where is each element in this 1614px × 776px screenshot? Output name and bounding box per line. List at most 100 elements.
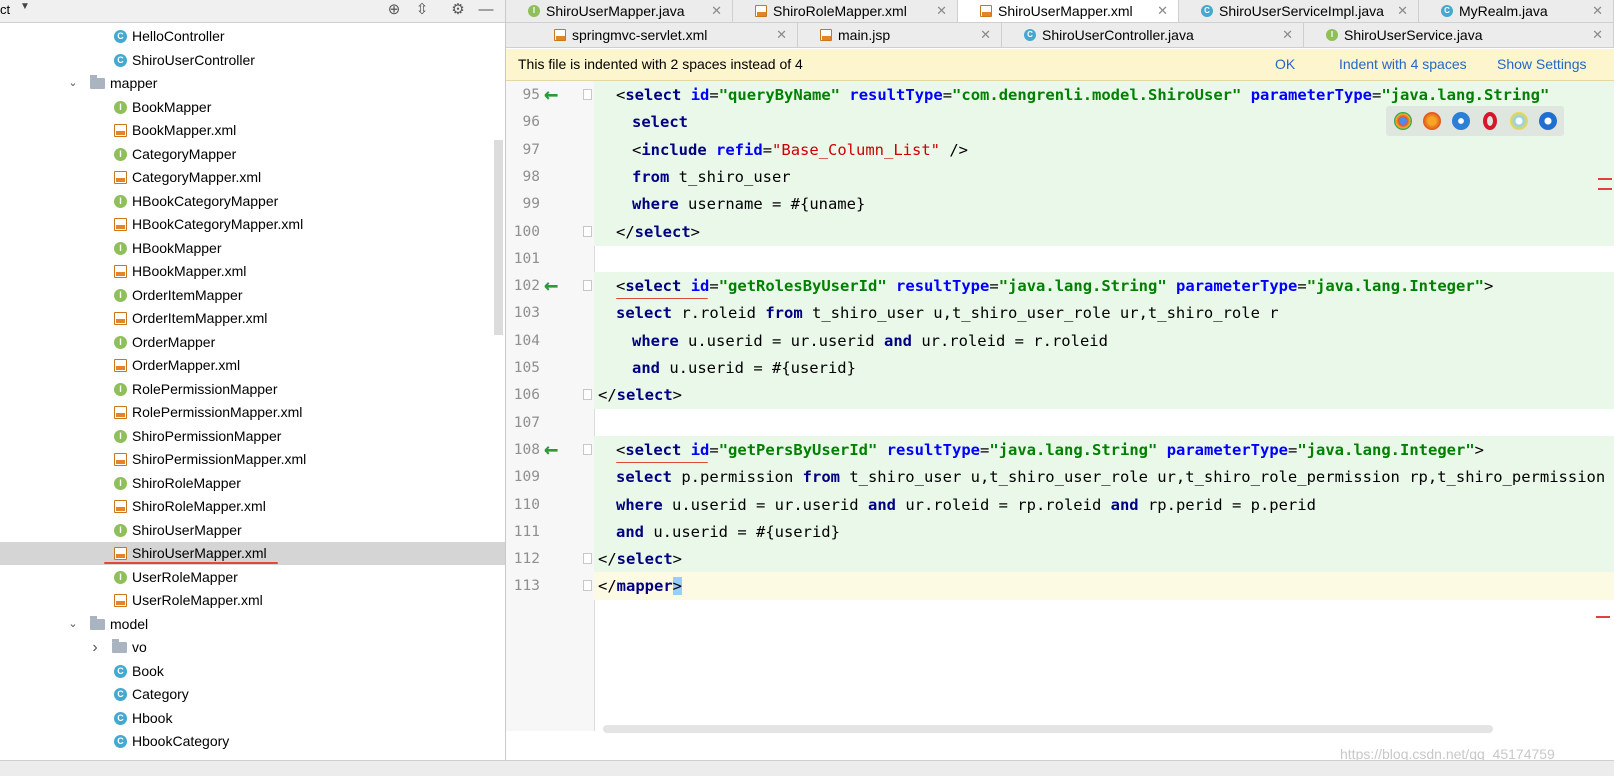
project-view-title[interactable]: ct xyxy=(0,2,10,17)
code-line[interactable]: 95 ← <select id="queryByName" resultType="… xyxy=(506,81,1614,109)
code-line[interactable]: 112 </select> xyxy=(506,545,1614,574)
editor-tab[interactable]: ShiroRoleMapper.xml ✕ xyxy=(733,0,958,22)
code-line[interactable]: 113 </mapper> xyxy=(506,572,1614,601)
indent-with-4-spaces-link[interactable]: Indent with 4 spaces xyxy=(1339,49,1467,80)
firefox-icon[interactable] xyxy=(1423,112,1441,130)
editor-tab[interactable]: ShiroUserMapper.xml ✕ xyxy=(958,0,1179,22)
code-line[interactable]: 106 </select> xyxy=(506,381,1614,410)
close-icon[interactable]: ✕ xyxy=(980,23,991,47)
chevron-down-icon[interactable]: ⌄ xyxy=(66,613,80,636)
arrow-left-icon[interactable]: ← xyxy=(544,81,558,107)
editor-tab[interactable]: main.jsp ✕ xyxy=(798,23,1002,47)
tree-file[interactable]: I UserRoleMapper xyxy=(0,566,505,589)
tree-file[interactable]: I ShiroRoleMapper xyxy=(0,472,505,495)
tree-file[interactable]: HBookMapper.xml xyxy=(0,260,505,283)
tree-file[interactable]: ShiroPermissionMapper.xml xyxy=(0,448,505,471)
editor-tab[interactable]: I ShiroUserService.java ✕ xyxy=(1304,23,1614,47)
chrome-icon[interactable] xyxy=(1394,112,1412,130)
code-line[interactable]: 107 xyxy=(506,409,1614,437)
tree-file[interactable]: C Hbook xyxy=(0,707,505,730)
tree-file[interactable]: I ShiroUserMapper xyxy=(0,519,505,542)
tree-file[interactable]: C HbookCategory xyxy=(0,730,505,753)
chevron-down-icon[interactable]: ⌄ xyxy=(66,72,80,95)
collapse-all-icon[interactable]: ⇳ xyxy=(413,1,431,19)
edge-icon[interactable] xyxy=(1539,112,1557,130)
tree-file[interactable]: ShiroUserMapper.xml xyxy=(0,542,505,565)
chevron-down-icon[interactable]: ▼ xyxy=(20,1,30,12)
tree-file[interactable]: I RolePermissionMapper xyxy=(0,378,505,401)
code-line[interactable]: 99 where username = #{uname} xyxy=(506,190,1614,219)
tree-file[interactable]: BookMapper.xml xyxy=(0,119,505,142)
tree-file[interactable]: C Book xyxy=(0,660,505,683)
tree-file[interactable]: C HelloController xyxy=(0,25,505,48)
fold-marker-icon[interactable] xyxy=(583,280,592,292)
code-line[interactable]: 98 from t_shiro_user xyxy=(506,162,1614,191)
fold-marker-icon[interactable] xyxy=(583,89,592,100)
close-icon[interactable]: ✕ xyxy=(776,23,787,47)
code-editor[interactable]: 95 ← <select id="queryByName" resultType="… xyxy=(506,81,1614,761)
editor-tab[interactable]: C MyRealm.java ✕ xyxy=(1419,0,1614,22)
close-icon[interactable]: ✕ xyxy=(1282,23,1293,47)
opera-icon[interactable] xyxy=(1483,112,1497,130)
close-icon[interactable]: ✕ xyxy=(1157,0,1168,22)
fold-marker-icon[interactable] xyxy=(583,553,592,565)
ok-link[interactable]: OK xyxy=(1275,49,1295,80)
code-line[interactable]: 101 xyxy=(506,245,1614,273)
tree-file[interactable]: C ShiroUserController xyxy=(0,49,505,72)
close-icon[interactable]: ✕ xyxy=(936,0,947,22)
tree-folder[interactable]: › vo xyxy=(0,636,505,659)
editor-tab[interactable]: C ShiroUserServiceImpl.java ✕ xyxy=(1179,0,1419,22)
close-icon[interactable]: ✕ xyxy=(1397,0,1408,22)
tree-file[interactable]: I HBookCategoryMapper xyxy=(0,190,505,213)
error-stripe-marker[interactable] xyxy=(1596,616,1610,618)
tree-file[interactable]: HBookCategoryMapper.xml xyxy=(0,213,505,236)
arrow-left-icon[interactable]: ← xyxy=(544,436,558,462)
code-line[interactable]: 104 where u.userid = ur.userid and ur.rol… xyxy=(506,326,1614,355)
tree-file[interactable]: I BookMapper xyxy=(0,96,505,119)
tree-file[interactable]: OrderMapper.xml xyxy=(0,354,505,377)
code-line[interactable]: 97 <include refid="Base_Column_List" /> xyxy=(506,135,1614,164)
tree-file[interactable]: I OrderItemMapper xyxy=(0,284,505,307)
close-icon[interactable]: ✕ xyxy=(1592,0,1603,22)
tree-file[interactable]: I CategoryMapper xyxy=(0,143,505,166)
tree-file[interactable]: I OrderMapper xyxy=(0,331,505,354)
code-line[interactable]: 105 and u.userid = #{userid} xyxy=(506,354,1614,382)
fold-marker-icon[interactable] xyxy=(583,225,592,237)
fold-marker-icon[interactable] xyxy=(583,443,592,455)
tree-scrollbar[interactable] xyxy=(494,140,503,335)
tree-file[interactable]: ShiroRoleMapper.xml xyxy=(0,495,505,518)
horizontal-scrollbar[interactable] xyxy=(603,725,1493,733)
arrow-left-icon[interactable]: ← xyxy=(544,272,558,298)
tree-file[interactable]: OrderItemMapper.xml xyxy=(0,307,505,330)
ie-icon[interactable] xyxy=(1510,112,1528,130)
tree-file[interactable]: UserRoleMapper.xml xyxy=(0,589,505,612)
code-line[interactable]: 102 ← <select id="getRolesByUserId" result… xyxy=(506,272,1614,301)
tree-file[interactable]: C Category xyxy=(0,683,505,706)
error-stripe-marker[interactable] xyxy=(1598,188,1612,190)
code-line[interactable]: 109 select p.permission from t_shiro_user… xyxy=(506,463,1614,492)
gear-icon[interactable]: ⚙ xyxy=(449,1,467,19)
chevron-right-icon[interactable]: › xyxy=(88,636,102,659)
safari-icon[interactable] xyxy=(1452,112,1470,130)
error-stripe-marker[interactable] xyxy=(1598,178,1612,180)
tree-file[interactable]: CategoryMapper.xml xyxy=(0,166,505,189)
show-settings-link[interactable]: Show Settings xyxy=(1497,49,1587,80)
tree-folder[interactable]: ⌄ model xyxy=(0,613,505,636)
editor-tab[interactable]: C ShiroUserController.java ✕ xyxy=(1002,23,1304,47)
fold-marker-icon[interactable] xyxy=(583,389,592,401)
close-icon[interactable]: ✕ xyxy=(711,0,722,22)
tree-file[interactable]: I ShiroPermissionMapper xyxy=(0,425,505,448)
code-line[interactable]: 100 </select> xyxy=(506,217,1614,246)
editor-tab[interactable]: I ShiroUserMapper.java ✕ xyxy=(506,0,733,22)
code-line[interactable]: 108 ← <select id="getPersByUserId" resultT… xyxy=(506,435,1614,464)
code-line[interactable]: 111 and u.userid = #{userid} xyxy=(506,517,1614,546)
close-icon[interactable]: ✕ xyxy=(1592,23,1603,47)
tree-folder[interactable]: ⌄ mapper xyxy=(0,72,505,95)
code-line[interactable]: 110 where u.userid = ur.userid and ur.rol… xyxy=(506,490,1614,519)
code-line[interactable]: 103 select r.roleid from t_shiro_user u,t… xyxy=(506,299,1614,328)
fold-marker-icon[interactable] xyxy=(583,580,592,592)
locate-icon[interactable]: ⊕ xyxy=(385,1,403,19)
hide-panel-icon[interactable]: — xyxy=(477,1,495,19)
editor-tab[interactable]: springmvc-servlet.xml ✕ xyxy=(532,23,798,47)
tree-file[interactable]: I HBookMapper xyxy=(0,237,505,260)
